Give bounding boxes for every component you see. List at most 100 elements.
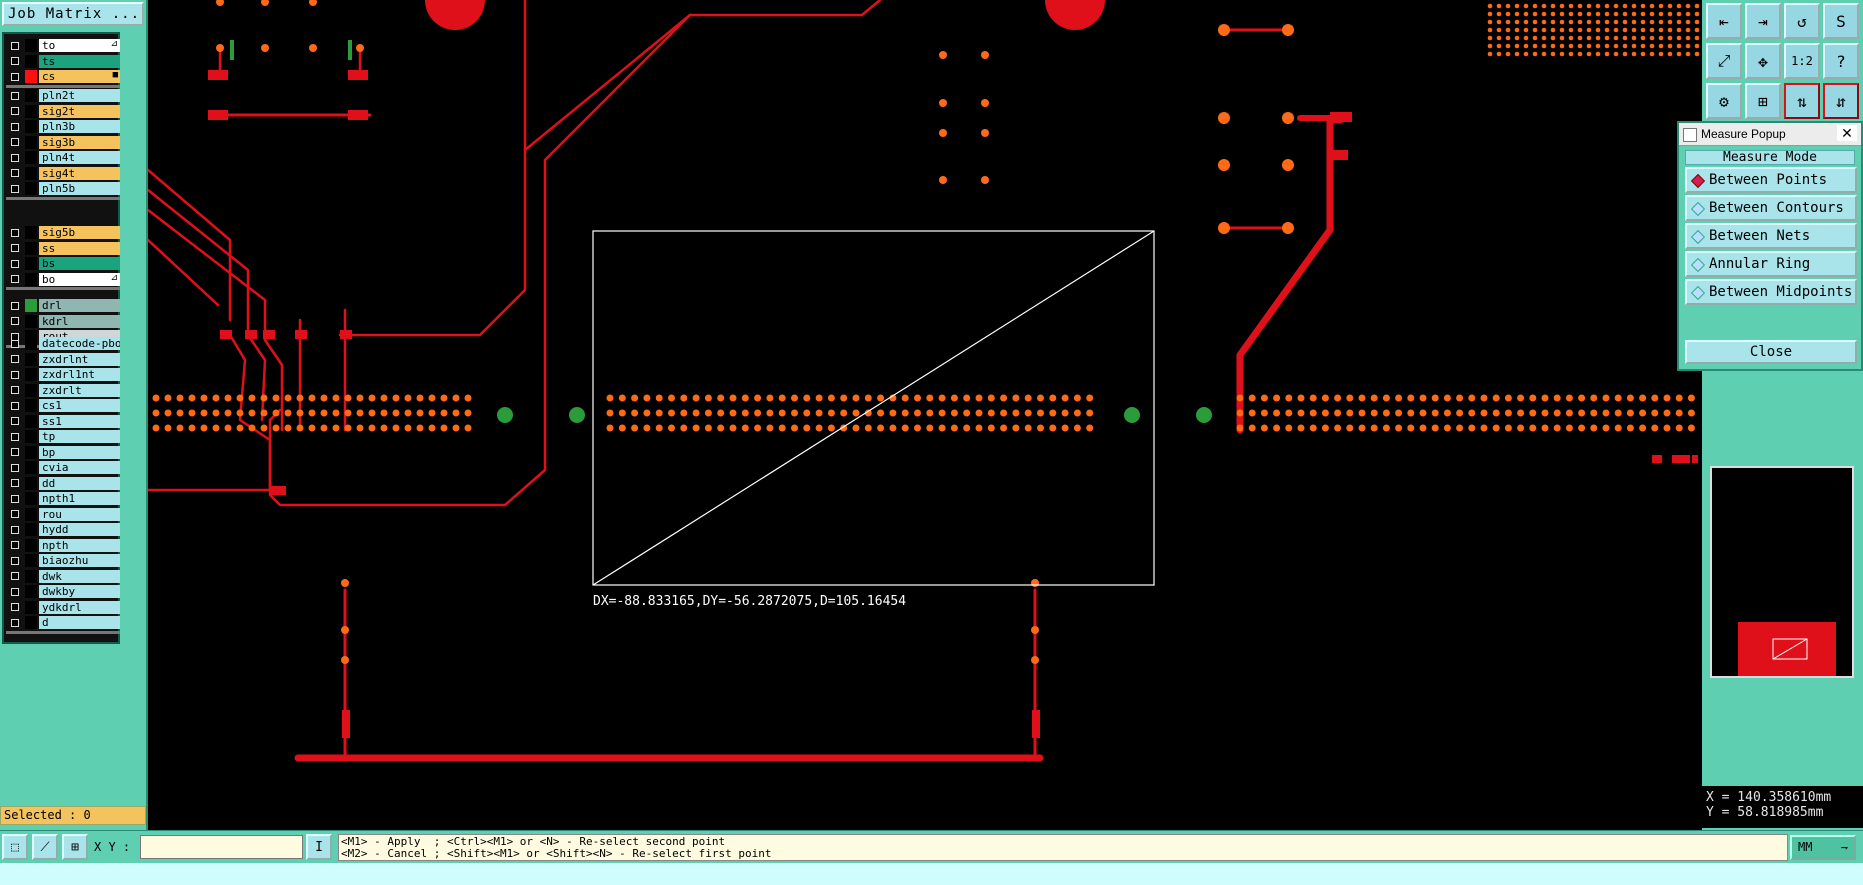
layer-row[interactable]: ss [6, 241, 120, 257]
layer-row[interactable]: kdrl [6, 314, 120, 330]
layer-checkbox[interactable] [11, 153, 19, 162]
layer-row[interactable]: zxdrl1nt [6, 367, 120, 383]
layer-name[interactable]: pln5b [39, 182, 120, 196]
help-icon[interactable]: ? [1823, 43, 1859, 79]
layer-row[interactable]: bp [6, 445, 120, 461]
layer-name[interactable]: sig4t [39, 166, 120, 180]
layer-name[interactable]: bs [39, 257, 120, 271]
layer-row[interactable]: npth1 [6, 491, 120, 507]
layer-row[interactable]: sig4t [6, 166, 120, 182]
layer-row[interactable]: tp [6, 429, 120, 445]
layer-name[interactable]: pln3b [39, 120, 120, 134]
layer-checkbox[interactable] [11, 317, 19, 326]
layer-checkbox[interactable] [11, 541, 19, 550]
zoom-area-icon[interactable]: ⬚ [2, 834, 28, 860]
layer-name[interactable]: hydd [39, 523, 120, 537]
layer-name[interactable]: ts [39, 54, 120, 68]
layer-checkbox[interactable] [11, 301, 19, 310]
layer-name[interactable]: pln4t [39, 151, 120, 165]
layer-name[interactable]: datecode-pbo [39, 337, 120, 351]
layer-name[interactable]: rou [39, 507, 120, 521]
zoom-undo-icon[interactable]: ↺ [1784, 3, 1820, 39]
layer-row[interactable]: bs [6, 256, 120, 272]
layer-name[interactable]: npth [39, 538, 120, 552]
scale-1-2-icon[interactable]: 1:2 [1784, 43, 1820, 79]
minimap[interactable] [1710, 466, 1854, 678]
layer-checkbox[interactable] [11, 417, 19, 426]
layer-name[interactable]: sig2t [39, 104, 120, 118]
close-button[interactable]: Close [1685, 340, 1857, 364]
layer-row[interactable]: cs1 [6, 398, 120, 414]
layer-checkbox[interactable] [11, 587, 19, 596]
layer-checkbox[interactable] [11, 572, 19, 581]
layer-checkbox[interactable] [11, 494, 19, 503]
layer-row[interactable]: dwkby [6, 584, 120, 600]
layer-swap-icon[interactable]: ⇵ [1823, 83, 1859, 119]
layer-row[interactable]: biaozhu [6, 553, 120, 569]
layer-checkbox[interactable] [11, 510, 19, 519]
measure-option[interactable]: Annular Ring [1685, 251, 1857, 277]
layer-checkbox[interactable] [11, 91, 19, 100]
layer-name[interactable]: sig5b [39, 226, 120, 240]
layer-checkbox[interactable] [11, 603, 19, 612]
layer-name[interactable]: npth1 [39, 492, 120, 506]
layer-checkbox[interactable] [11, 107, 19, 116]
pcb-canvas[interactable]: DX=-88.833165,DY=-56.2872075,D=105.16454 [148, 0, 1700, 830]
layer-checkbox[interactable] [11, 169, 19, 178]
layer-checkbox[interactable] [11, 525, 19, 534]
cursor-icon[interactable]: I [306, 834, 332, 860]
layer-name[interactable]: dwk [39, 569, 120, 583]
layer-row[interactable]: ts [6, 54, 120, 70]
layer-name[interactable]: zxdrlnt [39, 352, 120, 366]
layer-row[interactable]: ss1 [6, 414, 120, 430]
layer-checkbox[interactable] [11, 432, 19, 441]
layer-row[interactable]: to ⊿ [6, 38, 120, 54]
layer-row[interactable]: zxdrlt [6, 383, 120, 399]
pan-icon[interactable]: ✥ [1745, 43, 1781, 79]
layer-row[interactable]: pln5b [6, 181, 120, 197]
layer-name[interactable]: to [39, 39, 120, 53]
layer-row[interactable]: dd [6, 476, 120, 492]
layer-row[interactable]: d [6, 615, 120, 631]
layer-name[interactable]: bo [39, 272, 120, 286]
layer-name[interactable]: dd [39, 476, 120, 490]
layer-name[interactable]: tp [39, 430, 120, 444]
layer-checkbox[interactable] [11, 355, 19, 364]
minimap-viewport[interactable] [1738, 622, 1836, 676]
layer-name[interactable]: ydkdrl [39, 600, 120, 614]
layer-name[interactable]: pln2t [39, 89, 120, 103]
layer-row[interactable]: drl [6, 298, 120, 314]
layer-name[interactable]: bp [39, 445, 120, 459]
layer-name[interactable]: drl [39, 299, 120, 313]
layer-row[interactable]: sig5b [6, 225, 120, 241]
layer-row[interactable]: ydkdrl [6, 600, 120, 616]
layer-row[interactable]: zxdrlnt [6, 352, 120, 368]
layer-name[interactable]: ss [39, 241, 120, 255]
layer-row[interactable]: dwk [6, 569, 120, 585]
grid-snap-icon[interactable]: ⊞ [62, 834, 88, 860]
layer-name[interactable]: cs [39, 70, 120, 84]
layer-name[interactable]: cs1 [39, 399, 120, 413]
measure-tool-icon[interactable]: ⟋ [32, 834, 58, 860]
measure-option[interactable]: Between Midpoints [1685, 279, 1857, 305]
layer-checkbox[interactable] [11, 479, 19, 488]
layer-checkbox[interactable] [11, 138, 19, 147]
layer-name[interactable]: cvia [39, 461, 120, 475]
layer-checkbox[interactable] [11, 57, 19, 66]
unit-select[interactable]: MM ⇁ [1790, 835, 1856, 860]
layer-checkbox[interactable] [11, 339, 19, 348]
layer-checkbox[interactable] [11, 556, 19, 565]
layer-name[interactable]: kdrl [39, 314, 120, 328]
layer-name[interactable]: dwkby [39, 585, 120, 599]
layer-row[interactable]: cvia [6, 460, 120, 476]
layer-checkbox[interactable] [11, 463, 19, 472]
zoom-home-icon[interactable]: ⇤ [1706, 3, 1742, 39]
layer-row[interactable]: rou [6, 507, 120, 523]
measure-option[interactable]: Between Points [1685, 167, 1857, 193]
layer-checkbox[interactable] [11, 184, 19, 193]
layer-checkbox[interactable] [11, 618, 19, 627]
layer-row[interactable]: sig2t [6, 104, 120, 120]
layer-row[interactable]: pln2t [6, 88, 120, 104]
layer-checkbox[interactable] [11, 275, 19, 284]
layer-name[interactable]: ss1 [39, 414, 120, 428]
